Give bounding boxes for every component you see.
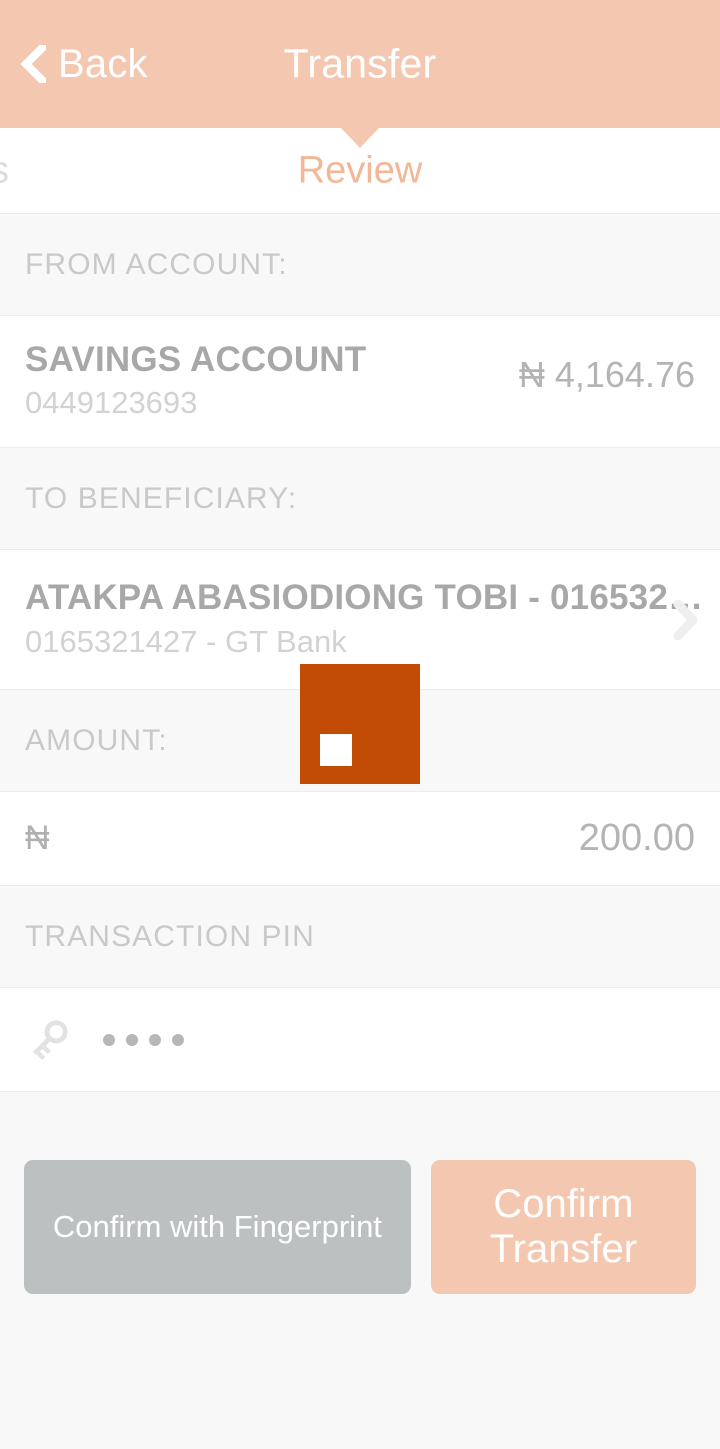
from-account-balance: ₦ 4,164.76	[518, 354, 695, 395]
confirm-with-fingerprint-button[interactable]: Confirm with Fingerprint	[24, 1160, 411, 1294]
section-header-beneficiary: TO BENEFICIARY:	[0, 448, 720, 550]
orange-square-overlay	[300, 664, 420, 784]
section-header-transaction-pin-label: TRANSACTION PIN	[25, 919, 315, 953]
amount-value: 200.00	[578, 817, 695, 859]
section-header-from-account-label: FROM ACCOUNT:	[25, 247, 288, 281]
tab-details[interactable]: ails	[0, 149, 9, 192]
section-header-amount-label: AMOUNT:	[25, 723, 168, 757]
beneficiary-details: 0165321427 - GT Bank	[25, 623, 347, 659]
white-square-marker	[320, 734, 352, 766]
chevron-right-icon[interactable]	[672, 599, 698, 640]
transaction-pin-row[interactable]	[0, 988, 720, 1092]
from-account-number: 0449123693	[25, 385, 198, 421]
app-header: Back Transfer	[0, 0, 720, 128]
tab-bar: ails Review	[0, 128, 720, 214]
from-account-row[interactable]: SAVINGS ACCOUNT 0449123693 ₦ 4,164.76	[0, 316, 720, 448]
from-account-info: SAVINGS ACCOUNT 0449123693	[25, 340, 366, 423]
beneficiary-name: ATAKPA ABASIODIONG TOBI - 016532…	[25, 577, 704, 617]
transfer-review-screen: Back Transfer ails Review FROM ACCOUNT: …	[0, 0, 720, 1449]
pin-dot	[172, 1033, 184, 1046]
pin-dot	[103, 1033, 115, 1046]
section-header-from-account: FROM ACCOUNT:	[0, 214, 720, 316]
from-account-name: SAVINGS ACCOUNT	[25, 340, 367, 380]
page-title: Transfer	[283, 40, 437, 87]
confirm-transfer-button[interactable]: Confirm Transfer	[430, 1160, 696, 1294]
section-header-transaction-pin: TRANSACTION PIN	[0, 886, 720, 988]
transaction-pin-input[interactable]	[103, 1033, 184, 1046]
amount-currency-symbol: ₦	[25, 819, 50, 857]
beneficiary-info: ATAKPA ABASIODIONG TOBI - 016532… 016532…	[25, 578, 703, 662]
active-tab-pointer-icon	[341, 128, 379, 148]
amount-row[interactable]: ₦ 200.00	[0, 792, 720, 886]
pin-dot	[149, 1033, 161, 1046]
tab-review[interactable]: Review	[298, 149, 423, 192]
pin-dot	[126, 1033, 138, 1046]
key-icon	[32, 1019, 68, 1060]
action-footer: Confirm with Fingerprint Confirm Transfe…	[0, 1092, 720, 1449]
section-header-beneficiary-label: TO BENEFICIARY:	[25, 481, 298, 515]
